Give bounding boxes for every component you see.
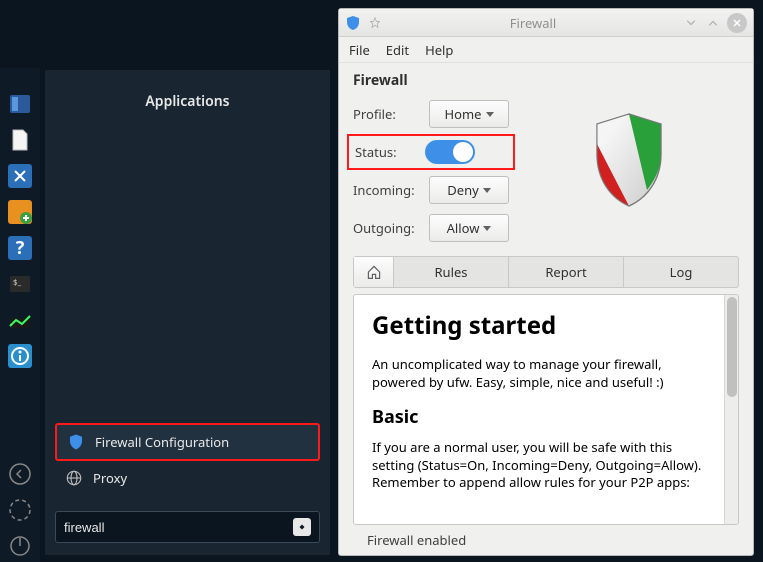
application-menu: Applications Firewall Configuration Prox… (45, 70, 330, 555)
outgoing-label: Outgoing: (353, 219, 429, 237)
outgoing-value: Allow (447, 219, 480, 237)
window-title: Firewall (389, 14, 677, 32)
globe-icon (65, 469, 83, 487)
maximize-icon[interactable] (705, 15, 721, 31)
info-paragraph-2: If you are a normal user, you will be sa… (372, 439, 706, 492)
info-paragraph: An uncomplicated way to manage your fire… (372, 356, 706, 391)
taskbar-item-help[interactable]: ? (4, 232, 36, 264)
close-icon[interactable] (727, 13, 747, 33)
incoming-dropdown[interactable]: Deny (429, 176, 509, 204)
taskbar-item-terminal[interactable]: $_ (4, 268, 36, 300)
menu-file[interactable]: File (349, 41, 370, 59)
tab-home[interactable] (354, 257, 394, 287)
status-row: Status: (347, 134, 515, 170)
svg-text:?: ? (16, 236, 25, 260)
chevron-down-icon (486, 112, 494, 117)
search-input-container (55, 511, 320, 543)
taskbar-item-document[interactable] (4, 124, 36, 156)
tab-rules[interactable]: Rules (394, 257, 509, 287)
taskbar-back-icon[interactable] (4, 458, 36, 490)
search-input[interactable] (64, 520, 293, 535)
menubar: File Edit Help (339, 37, 753, 63)
menu-item-proxy[interactable]: Proxy (55, 461, 320, 495)
info-content: Getting started An uncomplicated way to … (354, 295, 724, 524)
app-shield-icon (345, 15, 361, 31)
firewall-settings-form: Profile: Home Status: Incoming: Deny Out… (353, 100, 509, 242)
tabstrip: Rules Report Log (353, 256, 739, 288)
menu-results: Firewall Configuration Proxy (45, 125, 330, 505)
menu-help[interactable]: Help (425, 41, 453, 59)
scrollbar-thumb[interactable] (727, 297, 737, 397)
menu-item-label: Proxy (93, 469, 127, 487)
status-line: Firewall enabled (353, 525, 739, 555)
shield-icon (67, 433, 85, 451)
firewall-content: Firewall Profile: Home Status: Incoming:… (339, 63, 753, 555)
status-toggle[interactable] (425, 140, 475, 164)
info-subheading: Basic (372, 405, 706, 429)
profile-dropdown[interactable]: Home (429, 100, 509, 128)
taskbar-item-tools[interactable] (4, 160, 36, 192)
menu-edit[interactable]: Edit (386, 41, 409, 59)
taskbar-item-info[interactable] (4, 340, 36, 372)
chevron-down-icon (483, 188, 491, 193)
scrollbar[interactable] (724, 295, 738, 524)
clear-search-icon[interactable] (293, 518, 311, 536)
menu-item-label: Firewall Configuration (95, 433, 229, 451)
titlebar[interactable]: Firewall (339, 9, 753, 37)
info-panel: Getting started An uncomplicated way to … (353, 294, 739, 525)
section-title: Firewall (353, 71, 739, 90)
profile-label: Profile: (353, 105, 429, 123)
shield-logo (519, 100, 739, 242)
minimize-icon[interactable] (683, 15, 699, 31)
incoming-label: Incoming: (353, 181, 429, 199)
taskbar-power-icon[interactable] (4, 530, 36, 562)
tab-report[interactable]: Report (509, 257, 624, 287)
firewall-window: Firewall File Edit Help Firewall Profile… (338, 8, 754, 556)
taskbar-reload-icon[interactable] (4, 494, 36, 526)
status-label: Status: (355, 143, 425, 161)
taskbar: ? $_ (0, 68, 40, 562)
pin-icon[interactable] (367, 15, 383, 31)
taskbar-item-monitor[interactable] (4, 304, 36, 336)
profile-value: Home (445, 105, 482, 123)
taskbar-item-download[interactable] (4, 196, 36, 228)
taskbar-item-files[interactable] (4, 88, 36, 120)
info-heading: Getting started (372, 309, 706, 342)
chevron-down-icon (483, 226, 491, 231)
home-icon (366, 264, 382, 280)
svg-text:$_: $_ (13, 277, 22, 288)
incoming-value: Deny (447, 181, 479, 199)
outgoing-dropdown[interactable]: Allow (429, 214, 509, 242)
menu-header: Applications (45, 70, 330, 125)
tab-log[interactable]: Log (624, 257, 738, 287)
menu-item-firewall-configuration[interactable]: Firewall Configuration (55, 423, 320, 461)
